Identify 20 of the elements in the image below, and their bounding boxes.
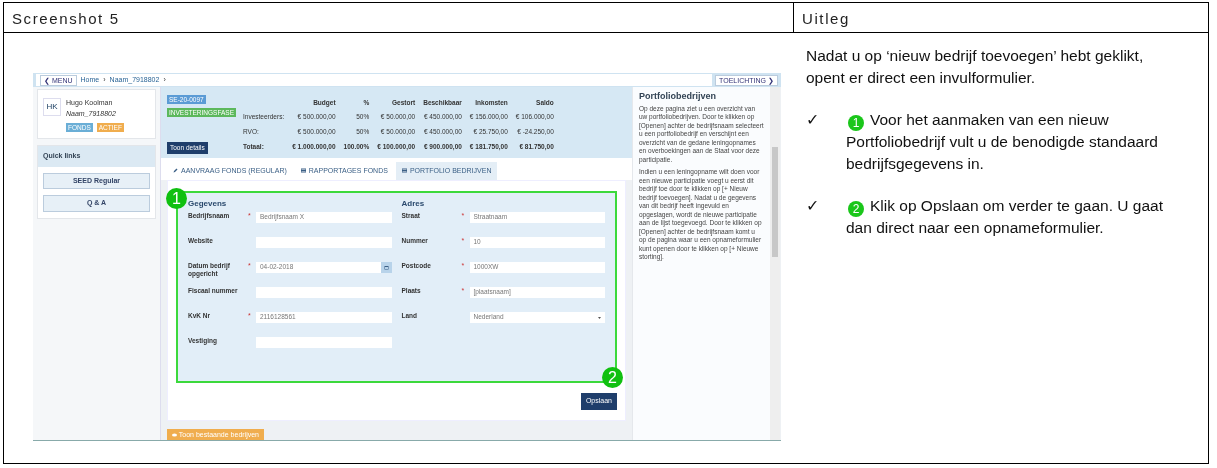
section-title: Adres <box>401 199 426 209</box>
caret-icon <box>598 316 601 319</box>
input-field[interactable] <box>256 236 392 248</box>
column-header: Screenshot 5 <box>4 3 794 33</box>
step-text: 1 Voor het aanmaken van een nieuw Portfoliobedrijf vult u de benodigde standaard bedrijfsgegevens in. <box>846 110 1159 174</box>
pencil-icon <box>173 168 178 174</box>
explanation-text: Nadat u op ‘nieuw bedrijf toevoegen’ hebt geklikt, opent er direct een invulformulier. <box>806 46 1145 88</box>
column-header: Uitleg <box>794 3 1208 33</box>
step-text: 2 Klik op Opslaan om verder te gaan. U gaat dan direct naar een opnameformulier. <box>846 196 1164 238</box>
list-icon <box>401 168 407 174</box>
calendar-icon <box>383 264 389 270</box>
input-field[interactable] <box>256 336 392 348</box>
input-field[interactable] <box>256 286 392 298</box>
calendar-button[interactable] <box>380 261 392 273</box>
list-icon <box>300 168 306 174</box>
checkmark: ✓ <box>806 110 820 130</box>
avatar-initials: HK <box>43 98 61 116</box>
checkmark: ✓ <box>806 196 820 216</box>
section-title: Gegevens <box>188 199 228 209</box>
help-title: Portfoliobedrijven <box>639 91 717 102</box>
